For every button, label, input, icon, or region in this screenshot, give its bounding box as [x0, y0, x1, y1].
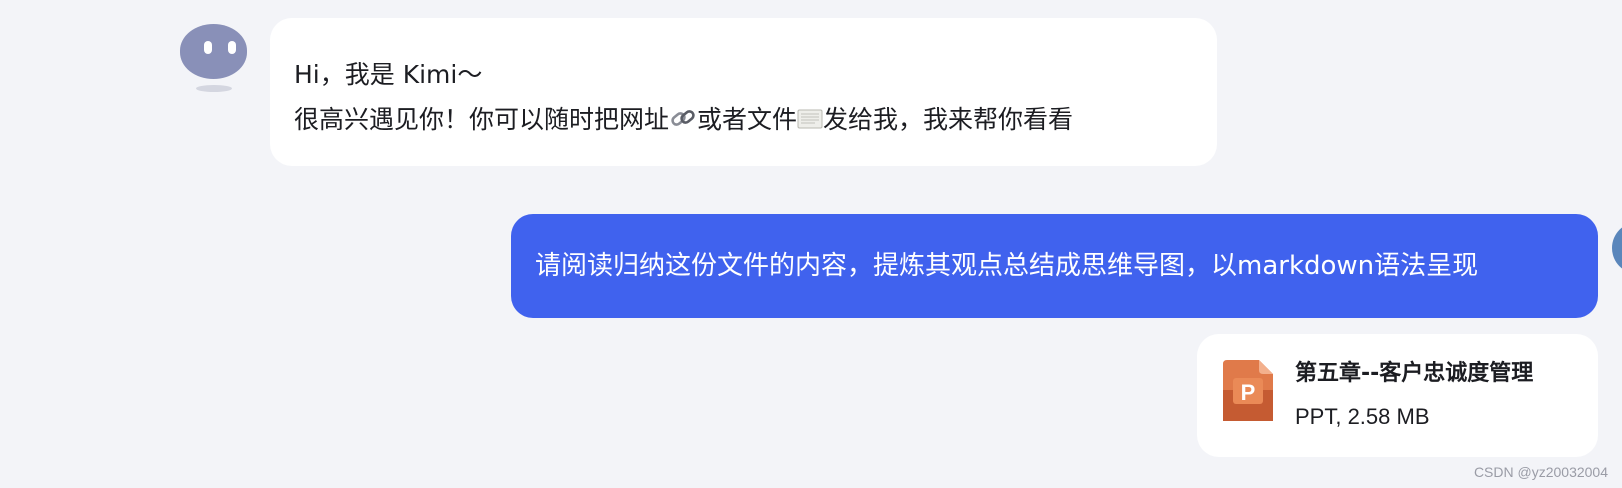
bot-message-line-2-part-1: 很高兴遇见你！你可以随时把网址 — [294, 105, 670, 134]
attachment-meta: PPT, 2.58 MB — [1295, 404, 1430, 429]
bot-message-line-2-part-3: 发给我，我来帮你看看 — [823, 105, 1074, 134]
kimi-avatar-eye-right — [228, 41, 236, 54]
attachment-name[interactable]: 第五章--客户忠诚度管理 — [1295, 358, 1570, 390]
kimi-avatar-eye-left — [204, 41, 212, 54]
ppt-file-icon: P — [1223, 360, 1273, 421]
watermark: CSDN @yz20032004 — [1473, 464, 1608, 480]
bot-message-bubble: Hi，我是 Kimi～ 很高兴遇见你！你可以随时把网址 或者文件 发给我，我来帮你看… — [270, 18, 1217, 166]
attachment-card[interactable]: P 第五章--客户忠诚度管理 PPT, 2.58 MB — [1197, 334, 1598, 457]
kimi-avatar-head — [180, 24, 247, 79]
user-message-text: 请阅读归纳这份文件的内容，提炼其观点总结成思维导图，以markdown语法呈现 — [535, 251, 1479, 281]
kimi-avatar — [180, 24, 248, 94]
user-avatar[interactable] — [1612, 222, 1622, 274]
bot-message-line-1: Hi，我是 Kimi～ — [294, 60, 483, 89]
bot-message-line-2: 很高兴遇见你！你可以随时把网址 或者文件 发给我，我来帮你看看 — [294, 97, 1217, 142]
page-icon — [797, 100, 823, 129]
user-message-bubble: 请阅读归纳这份文件的内容，提炼其观点总结成思维导图，以markdown语法呈现 — [511, 214, 1598, 318]
bot-message-line-2-part-2: 或者文件 — [697, 105, 798, 134]
kimi-avatar-shadow — [196, 85, 232, 92]
link-icon — [669, 101, 697, 129]
ppt-icon-letter: P — [1241, 380, 1256, 405]
